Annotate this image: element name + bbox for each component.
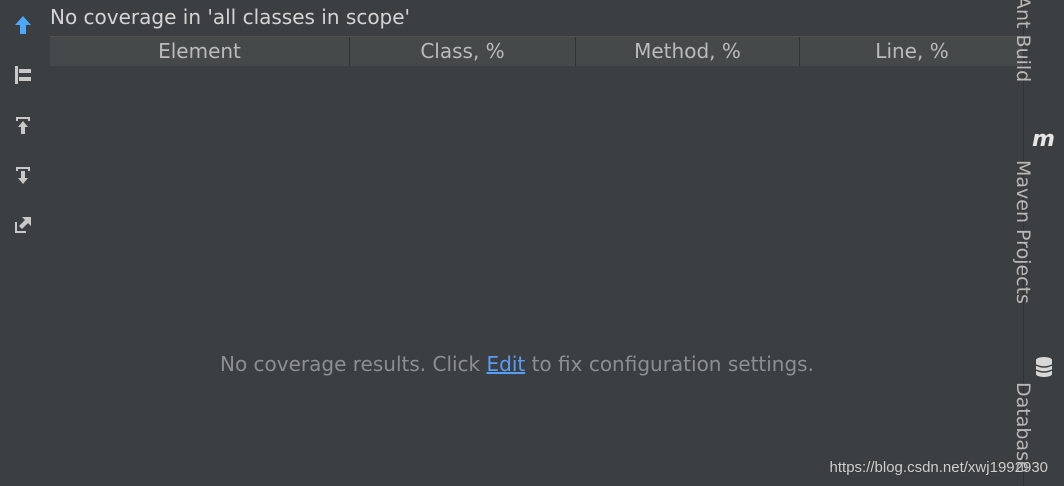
up-arrow-icon <box>15 16 31 34</box>
export-coverage-button[interactable] <box>6 158 40 192</box>
column-header-line[interactable]: Line, % <box>800 37 1024 66</box>
flatten-packages-button[interactable] <box>6 58 40 92</box>
open-in-editor-icon <box>15 217 31 233</box>
watermark: https://blog.csdn.net/xwj1992930 <box>829 459 1048 476</box>
database-icon <box>1035 357 1053 377</box>
coverage-table-body[interactable]: No coverage results. Click Edit to fix c… <box>50 66 1024 486</box>
maven-icon: m <box>1032 127 1055 152</box>
maven-projects-label: Maven Projects <box>1012 160 1034 304</box>
import-coverage-button[interactable] <box>6 108 40 142</box>
maven-projects-tab[interactable]: Maven Projects <box>1012 160 1064 304</box>
column-header-element[interactable]: Element <box>50 37 350 66</box>
flatten-packages-icon <box>15 66 31 84</box>
table-header: Element Class, % Method, % Line, % <box>50 36 1024 67</box>
open-in-editor-button[interactable] <box>6 208 40 242</box>
database-tab[interactable]: Database <box>1012 382 1064 473</box>
panel-title: No coverage in 'all classes in scope' <box>50 5 411 29</box>
column-header-method[interactable]: Method, % <box>576 37 800 66</box>
import-coverage-icon <box>16 117 30 134</box>
up-arrow-button[interactable] <box>6 8 40 42</box>
column-header-class[interactable]: Class, % <box>350 37 576 66</box>
empty-state-prefix: No coverage results. Click <box>220 352 487 376</box>
export-coverage-icon <box>16 167 30 184</box>
edit-configuration-link[interactable]: Edit <box>487 352 526 376</box>
right-tool-window-strip: Ant Build m Maven Projects Database <box>1012 0 1064 486</box>
empty-state-message: No coverage results. Click Edit to fix c… <box>220 349 814 379</box>
empty-state-suffix: to fix configuration settings. <box>525 352 814 376</box>
left-toolbar <box>0 0 48 486</box>
coverage-panel: No coverage in 'all classes in scope' El… <box>50 0 1024 486</box>
ant-build-tab[interactable]: Ant Build <box>1012 0 1064 82</box>
ant-build-label: Ant Build <box>1012 0 1034 83</box>
